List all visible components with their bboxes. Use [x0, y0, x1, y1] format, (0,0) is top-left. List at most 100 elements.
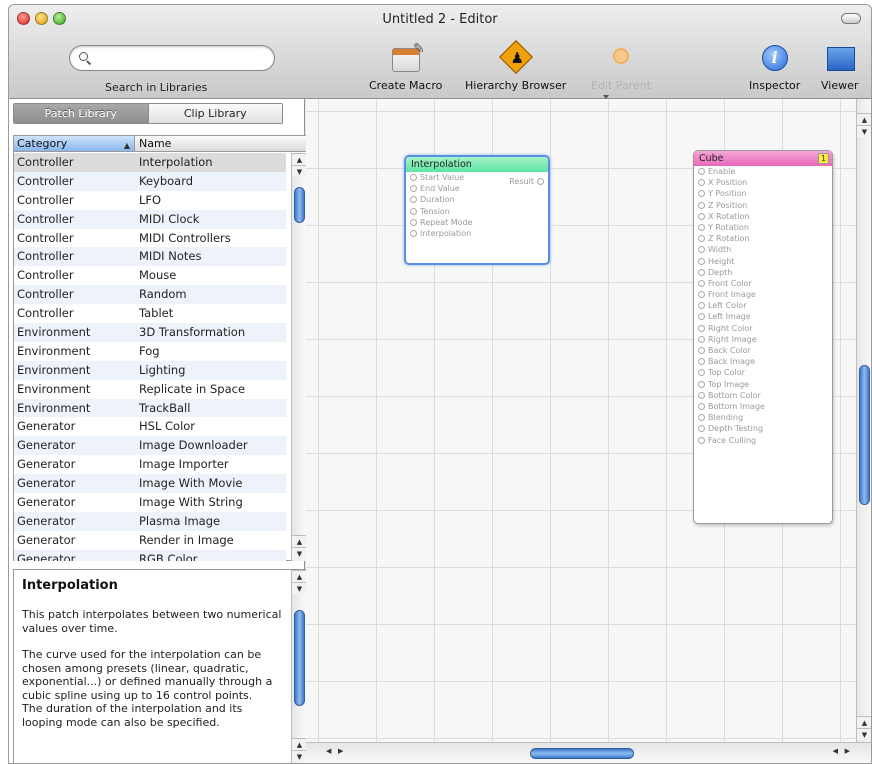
- scroll-left-arrow-icon[interactable]: ◀: [833, 747, 838, 755]
- scroll-left-arrow-icon[interactable]: ◀: [326, 747, 331, 755]
- input-port[interactable]: Back Color: [694, 345, 832, 356]
- row-name: MIDI Notes: [139, 249, 202, 264]
- viewer-button[interactable]: Viewer: [821, 43, 858, 92]
- input-port[interactable]: Enable: [694, 166, 832, 177]
- input-port[interactable]: Y Rotation: [694, 222, 832, 233]
- list-item[interactable]: Generator Plasma Image: [14, 511, 286, 531]
- list-scrollbar[interactable]: ▲ ▼ ▲ ▼: [291, 153, 307, 561]
- description-scrollbar[interactable]: ▲ ▼ ▲ ▼: [291, 570, 307, 763]
- list-item[interactable]: Generator Image Importer: [14, 455, 286, 474]
- input-port[interactable]: Left Color: [694, 300, 832, 311]
- input-port[interactable]: Right Image: [694, 334, 832, 345]
- input-port[interactable]: X Rotation: [694, 211, 832, 222]
- tab-clip-library[interactable]: Clip Library: [147, 104, 282, 123]
- list-scroll-thumb[interactable]: [294, 187, 305, 223]
- list-item[interactable]: Generator Render in Image: [14, 531, 286, 550]
- input-port[interactable]: Blending: [694, 412, 832, 423]
- input-port[interactable]: Bottom Color: [694, 390, 832, 401]
- list-item[interactable]: Controller Tablet: [14, 304, 286, 323]
- search-input[interactable]: [96, 50, 266, 66]
- list-item[interactable]: Generator Image With Movie: [14, 474, 286, 494]
- input-port[interactable]: Right Color: [694, 323, 832, 334]
- list-item[interactable]: Generator HSL Color: [14, 417, 286, 436]
- list-item[interactable]: Environment Fog: [14, 342, 286, 361]
- input-port[interactable]: Width: [694, 244, 832, 255]
- list-item[interactable]: Generator Image Downloader: [14, 436, 286, 456]
- list-item[interactable]: Environment TrackBall: [14, 398, 286, 418]
- scroll-down-arrow-icon[interactable]: ▼: [292, 582, 307, 594]
- list-item[interactable]: Controller MIDI Notes: [14, 247, 286, 267]
- scroll-down-arrow-icon[interactable]: ▼: [292, 750, 307, 762]
- tab-patch-library[interactable]: Patch Library: [14, 104, 148, 123]
- input-port[interactable]: Front Image: [694, 289, 832, 300]
- input-port[interactable]: Depth: [694, 267, 832, 278]
- list-item[interactable]: Controller MIDI Clock: [14, 209, 286, 229]
- list-item[interactable]: Generator Image With String: [14, 493, 286, 512]
- scroll-right-arrow-icon[interactable]: ▶: [338, 747, 343, 755]
- input-port[interactable]: Repeat Mode: [406, 217, 548, 228]
- row-category: Generator: [17, 495, 76, 510]
- list-item[interactable]: Controller Random: [14, 285, 286, 305]
- row-category: Controller: [17, 173, 74, 188]
- input-port[interactable]: Depth Testing: [694, 423, 832, 434]
- input-port[interactable]: Tension: [406, 206, 548, 217]
- scroll-down-arrow-icon[interactable]: ▼: [857, 728, 871, 740]
- interpolation-patch[interactable]: Interpolation Start Value End Value Durati…: [404, 155, 550, 265]
- input-port[interactable]: Z Rotation: [694, 233, 832, 244]
- list-item[interactable]: Environment Replicate in Space: [14, 380, 286, 399]
- edit-parent-button[interactable]: Edit Parent: [591, 43, 651, 92]
- input-port[interactable]: Top Image: [694, 379, 832, 390]
- list-item[interactable]: Environment 3D Transformation: [14, 323, 286, 342]
- scroll-up-arrow-icon[interactable]: ▲: [292, 738, 307, 750]
- description-scroll-thumb[interactable]: [294, 610, 305, 706]
- input-port[interactable]: Left Image: [694, 311, 832, 322]
- input-port[interactable]: Y Position: [694, 188, 832, 199]
- canvas-vertical-scrollbar[interactable]: ▲ ▼ ▲ ▼: [856, 99, 871, 742]
- composition-canvas[interactable]: Interpolation Start Value End Value Durati…: [306, 99, 856, 742]
- row-name: Mouse: [139, 268, 177, 283]
- input-port[interactable]: Duration: [406, 194, 548, 205]
- inspector-button[interactable]: i Inspector: [749, 43, 800, 92]
- input-port[interactable]: Front Color: [694, 278, 832, 289]
- output-port[interactable]: Result: [509, 177, 544, 186]
- row-name: Random: [139, 287, 187, 302]
- row-name: Plasma Image: [139, 513, 221, 528]
- library-search-field[interactable]: [69, 45, 275, 71]
- list-item[interactable]: Controller MIDI Controllers: [14, 229, 286, 248]
- hierarchy-browser-button[interactable]: ♟ Hierarchy Browser: [465, 40, 566, 92]
- scroll-down-arrow-icon[interactable]: ▼: [292, 547, 307, 559]
- column-header-category[interactable]: Category ▲: [14, 136, 135, 151]
- scroll-up-arrow-icon[interactable]: ▲: [292, 535, 307, 547]
- scroll-up-arrow-icon[interactable]: ▲: [292, 153, 307, 165]
- input-port[interactable]: Height: [694, 256, 832, 267]
- list-item[interactable]: Controller Interpolation: [14, 153, 286, 172]
- cube-patch[interactable]: Cube 1 Enable X Position Y Position Z Posit…: [693, 150, 833, 524]
- create-macro-button[interactable]: Create Macro: [369, 41, 442, 92]
- scroll-up-arrow-icon[interactable]: ▲: [857, 113, 871, 125]
- list-item[interactable]: Generator RGB Color: [14, 549, 286, 561]
- scroll-up-arrow-icon[interactable]: ▲: [292, 570, 307, 582]
- column-header-name[interactable]: Name: [135, 136, 306, 151]
- scroll-up-arrow-icon[interactable]: ▲: [857, 716, 871, 728]
- canvas-horizontal-scrollbar[interactable]: ◀ ▶ ◀ ▶: [306, 742, 871, 763]
- input-port[interactable]: Z Position: [694, 200, 832, 211]
- scroll-down-arrow-icon[interactable]: ▼: [292, 165, 307, 177]
- canvas-hscroll-thumb[interactable]: [530, 748, 634, 759]
- input-port[interactable]: Face Culling: [694, 435, 832, 446]
- editor-window: Untitled 2 - Editor Search in Libraries …: [8, 4, 872, 764]
- list-item[interactable]: Controller Mouse: [14, 266, 286, 285]
- toolbar-toggle-button[interactable]: [841, 13, 861, 24]
- input-port[interactable]: X Position: [694, 177, 832, 188]
- list-item[interactable]: Environment Lighting: [14, 360, 286, 380]
- canvas-vscroll-thumb[interactable]: [859, 365, 870, 505]
- input-port[interactable]: Interpolation: [406, 228, 548, 239]
- input-port[interactable]: Top Color: [694, 367, 832, 378]
- row-category: Environment: [17, 381, 91, 396]
- row-name: RGB Color: [139, 551, 198, 561]
- scroll-down-arrow-icon[interactable]: ▼: [857, 125, 871, 137]
- list-item[interactable]: Controller LFO: [14, 191, 286, 210]
- list-item[interactable]: Controller Keyboard: [14, 171, 286, 191]
- scroll-right-arrow-icon[interactable]: ▶: [845, 747, 850, 755]
- input-port[interactable]: Back Image: [694, 356, 832, 367]
- input-port[interactable]: Bottom Image: [694, 401, 832, 412]
